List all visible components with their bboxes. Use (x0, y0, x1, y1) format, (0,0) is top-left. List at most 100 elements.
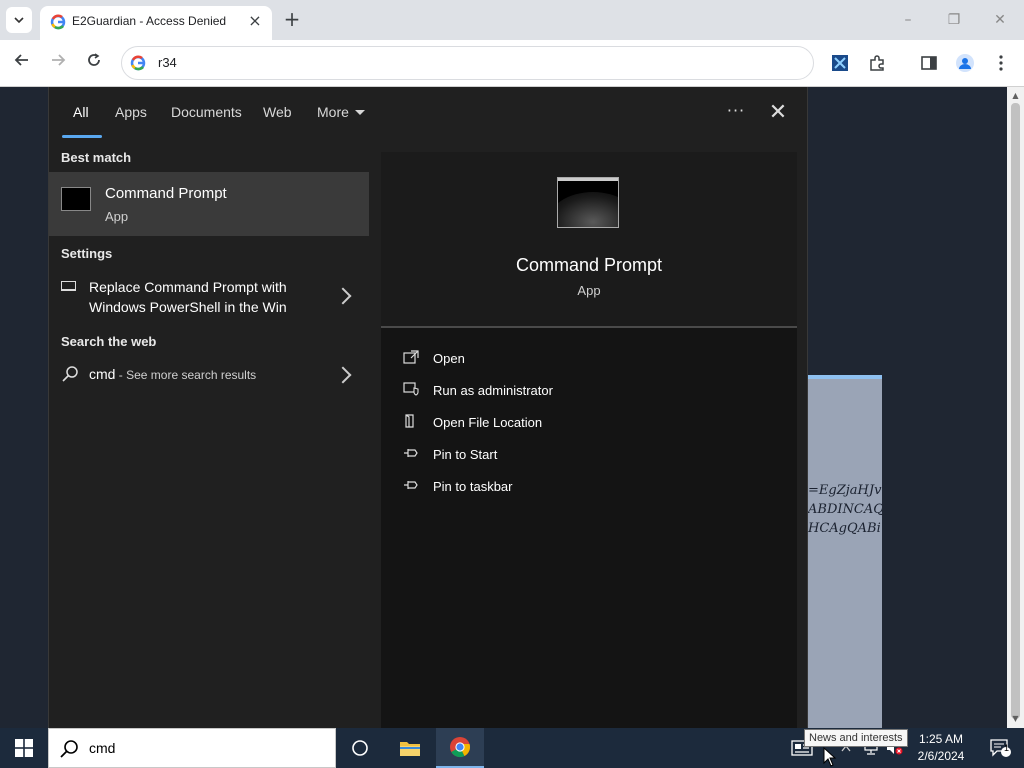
tab-all[interactable]: All (73, 104, 89, 120)
reload-icon (88, 53, 100, 66)
chrome-icon (450, 737, 470, 758)
web-search-result[interactable]: cmd - See more search results (49, 360, 369, 388)
news-interests-tooltip: News and interests (804, 729, 908, 747)
new-tab-button[interactable]: + (282, 9, 302, 29)
restore-button[interactable]: ❐ (944, 10, 964, 30)
kebab-menu-icon (999, 55, 1003, 71)
tab-documents[interactable]: Documents (171, 104, 242, 120)
file-explorer-button[interactable] (386, 728, 434, 768)
mouse-pointer-icon (823, 747, 837, 767)
google-logo-icon (130, 55, 146, 71)
address-text[interactable]: r34 (158, 55, 177, 70)
open-icon (403, 350, 419, 364)
tab-title: E2Guardian - Access Denied (72, 14, 227, 28)
tab-apps[interactable]: Apps (115, 104, 147, 120)
address-bar[interactable]: r34 (121, 46, 814, 80)
action-open-file-location[interactable]: Open File Location (381, 408, 797, 436)
settings-result-text: Replace Command Prompt with Windows Powe… (89, 279, 287, 315)
app-detail-pane: Command Prompt App Open Run as administr… (381, 152, 797, 728)
tab-search-button[interactable] (6, 7, 32, 33)
action-run-as-administrator[interactable]: Run as administrator (381, 376, 797, 404)
app-detail-subtitle: App (577, 283, 601, 298)
settings-result-item[interactable]: Replace Command Prompt with Windows Powe… (49, 271, 369, 319)
scroll-up-arrow-icon[interactable]: ▲ (1007, 89, 1024, 103)
folder-icon (400, 742, 420, 756)
page-scrollbar[interactable]: ▲ ▼ (1007, 87, 1024, 728)
extensions-button[interactable] (866, 52, 888, 74)
tab-more-label: More (317, 104, 349, 120)
scroll-down-arrow-icon[interactable]: ▼ (1007, 712, 1024, 726)
chevron-down-icon (14, 17, 24, 24)
puzzle-icon (870, 55, 884, 71)
chevron-right-icon[interactable] (334, 287, 352, 305)
active-tab-indicator (62, 135, 102, 138)
browser-tab-strip: E2Guardian - Access Denied × + – ❐ ✕ (0, 0, 1024, 40)
windows-logo-icon (15, 739, 33, 757)
action-pin-to-start-label: Pin to Start (433, 447, 498, 462)
best-match-heading: Best match (61, 150, 132, 165)
best-match-command-prompt[interactable]: Command Prompt App (49, 172, 369, 236)
caret-down-icon (354, 109, 365, 115)
action-open-file-location-label: Open File Location (433, 415, 543, 430)
tab-more[interactable]: More (317, 104, 365, 120)
chrome-taskbar-button[interactable] (436, 728, 484, 768)
search-filter-tabs: All Apps Documents Web More ··· ✕ (49, 87, 809, 139)
tab-close-icon[interactable]: × (246, 12, 264, 30)
action-pin-to-taskbar[interactable]: Pin to taskbar (381, 472, 797, 500)
action-open-label: Open (433, 351, 465, 366)
search-web-heading: Search the web (61, 334, 157, 349)
command-prompt-large-icon (557, 177, 619, 228)
window-close-button[interactable]: ✕ (990, 10, 1010, 30)
search-icon (60, 740, 78, 758)
taskbar-search-text[interactable]: cmd (89, 740, 115, 756)
taskbar-clock[interactable]: 1:25 AM 2/6/2024 (912, 731, 970, 765)
task-view-button[interactable] (336, 728, 384, 768)
notification-badge: 1 (1004, 743, 1010, 753)
command-prompt-icon (61, 187, 91, 211)
app-detail-title: Command Prompt (515, 255, 663, 275)
browser-tab-active[interactable]: E2Guardian - Access Denied × (40, 6, 272, 40)
scroll-thumb[interactable] (1011, 103, 1020, 719)
settings-heading: Settings (61, 246, 113, 261)
browser-toolbar: r34 (0, 40, 1024, 87)
start-button[interactable] (0, 728, 48, 768)
side-panel-button[interactable] (918, 52, 940, 74)
action-open[interactable]: Open (381, 344, 797, 372)
profile-avatar-icon (956, 54, 974, 72)
clock-time: 1:25 AM (918, 732, 964, 746)
action-pin-to-start[interactable]: Pin to Start (381, 440, 797, 468)
web-search-query: cmd (89, 366, 116, 382)
forward-button[interactable] (47, 52, 69, 74)
best-match-subtitle: App (105, 209, 129, 224)
side-panel-icon (921, 56, 937, 70)
profile-button[interactable] (954, 52, 976, 74)
action-pin-to-taskbar-label: Pin to taskbar (433, 479, 513, 494)
notification-center-button[interactable]: 1 (976, 728, 1024, 768)
start-search-panel: All Apps Documents Web More ··· ✕ Best m… (48, 87, 808, 728)
browser-menu-button[interactable] (990, 52, 1012, 74)
web-search-text: cmd - See more search results (89, 366, 256, 382)
search-icon (62, 366, 78, 382)
shield-icon (403, 382, 419, 396)
page-content-card: =EgZjaHJv ABDINCAQ HCAgQABi (808, 375, 882, 728)
page-code-line: ABDINCAQ (808, 502, 882, 517)
more-options-icon[interactable]: ··· (724, 101, 748, 125)
back-button[interactable] (11, 52, 33, 74)
action-run-as-administrator-label: Run as administrator (433, 383, 553, 398)
reload-button[interactable] (83, 52, 105, 74)
minimize-button[interactable]: – (898, 10, 918, 30)
task-view-circle-icon (352, 740, 368, 756)
web-search-suffix: - See more search results (115, 368, 257, 382)
page-code-line: =EgZjaHJv (808, 483, 882, 498)
google-favicon-icon (50, 14, 66, 30)
monitor-icon (61, 281, 76, 291)
page-code-line: HCAgQABi (808, 521, 881, 536)
forward-arrow-icon (52, 54, 66, 66)
tab-web[interactable]: Web (263, 104, 292, 120)
pin-icon (404, 481, 418, 489)
taskbar-search-box[interactable]: cmd (48, 728, 336, 768)
panel-close-icon[interactable]: ✕ (766, 101, 790, 125)
extension-button[interactable] (829, 52, 851, 74)
extension-logo-icon (832, 55, 848, 71)
chevron-right-icon[interactable] (334, 366, 352, 384)
